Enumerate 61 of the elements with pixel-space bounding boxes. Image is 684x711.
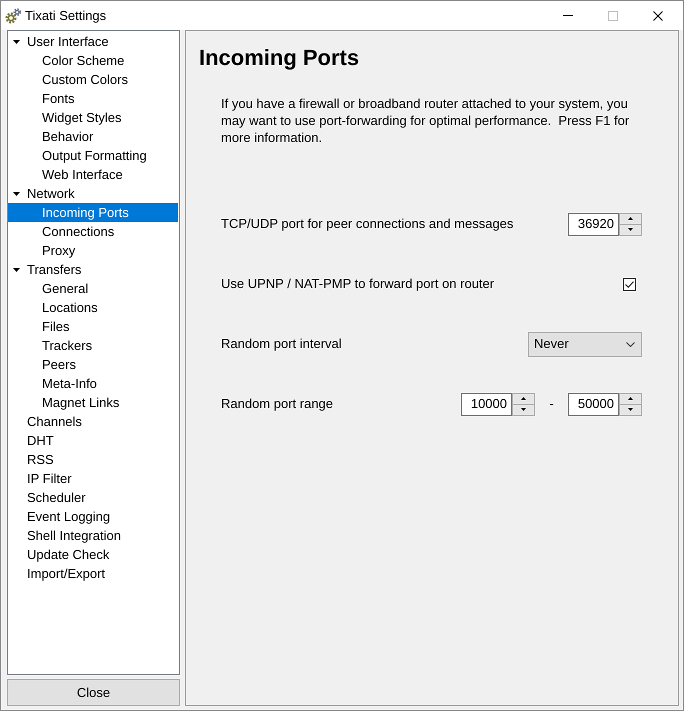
tree-item[interactable]: Connections — [8, 222, 178, 241]
spin-up-button[interactable] — [512, 392, 535, 404]
tree-item[interactable]: Custom Colors — [8, 70, 178, 89]
tree-item[interactable]: Files — [8, 317, 178, 336]
tree-item[interactable]: Shell Integration — [8, 526, 178, 545]
tree-item[interactable]: Trackers — [8, 336, 178, 355]
up-triangle-icon — [521, 397, 526, 400]
tree-item[interactable]: Web Interface — [8, 165, 178, 184]
tree-item[interactable]: User Interface — [8, 32, 178, 51]
number-field[interactable]: 10000 — [461, 392, 512, 416]
tree-item[interactable]: Channels — [8, 412, 178, 431]
close-icon — [652, 10, 662, 20]
range-separator: - — [548, 395, 555, 414]
page-heading: Incoming Ports — [198, 44, 360, 72]
tree-item[interactable]: General — [8, 279, 178, 298]
tree-item[interactable]: Output Formatting — [8, 146, 178, 165]
spin-down-button[interactable] — [619, 224, 642, 236]
description-text: If you have a firewall or broadband router attached to your system, you may want to use port-forwarding for optimal performance. Press F1 for more information. — [221, 95, 630, 146]
tree-item[interactable]: Transfers — [8, 260, 178, 279]
dropdown[interactable]: Never — [528, 332, 642, 356]
tree-item[interactable]: Scheduler — [8, 488, 178, 507]
chevron-down-icon — [626, 342, 635, 346]
tree-item[interactable]: Meta-Info — [8, 374, 178, 393]
close-button[interactable]: Close — [7, 679, 180, 706]
setting-label: Random port interval — [221, 335, 342, 354]
tree-item[interactable]: Incoming Ports — [8, 203, 178, 222]
tree-item[interactable]: Peers — [8, 355, 178, 374]
tree-item[interactable]: Color Scheme — [8, 51, 178, 70]
tree-item[interactable]: Import/Export — [8, 564, 178, 583]
spin-down-button[interactable] — [619, 404, 642, 416]
spin-up-button[interactable] — [619, 212, 642, 224]
checkmark-icon — [625, 280, 634, 288]
window-title: Tixati Settings — [25, 6, 106, 25]
minimize-icon — [562, 15, 572, 16]
setting-label: Random port range — [221, 395, 334, 414]
spin-down-button[interactable] — [512, 404, 535, 416]
checkbox[interactable] — [623, 278, 636, 290]
tree-item[interactable]: DHT — [8, 431, 178, 450]
setting-label: TCP/UDP port for peer connections and messages — [221, 215, 514, 234]
up-triangle-icon — [628, 217, 633, 220]
tree-item[interactable]: Widget Styles — [8, 108, 178, 127]
tree-item[interactable]: IP Filter — [8, 469, 178, 488]
up-triangle-icon — [628, 397, 633, 400]
gears-icon — [5, 8, 21, 24]
setting-label: Use UPNP / NAT-PMP to forward port on router — [221, 275, 494, 294]
tree-item[interactable]: Magnet Links — [8, 393, 178, 412]
tree-item[interactable]: RSS — [8, 450, 178, 469]
tree-item[interactable]: Network — [8, 184, 178, 203]
tree-item[interactable]: Behavior — [8, 127, 178, 146]
maximize-icon — [608, 10, 618, 20]
tree-item[interactable]: Update Check — [8, 545, 178, 564]
down-triangle-icon — [521, 408, 526, 411]
down-triangle-icon — [628, 408, 633, 411]
number-field[interactable]: 36920 — [568, 212, 619, 236]
tree-item[interactable]: Event Logging — [8, 507, 178, 526]
tree-item[interactable]: Proxy — [8, 241, 178, 260]
spin-up-button[interactable] — [619, 392, 642, 404]
tree-item[interactable]: Fonts — [8, 89, 178, 108]
number-field[interactable]: 50000 — [568, 392, 619, 416]
tree-item[interactable]: Locations — [8, 298, 178, 317]
down-triangle-icon — [628, 228, 633, 231]
